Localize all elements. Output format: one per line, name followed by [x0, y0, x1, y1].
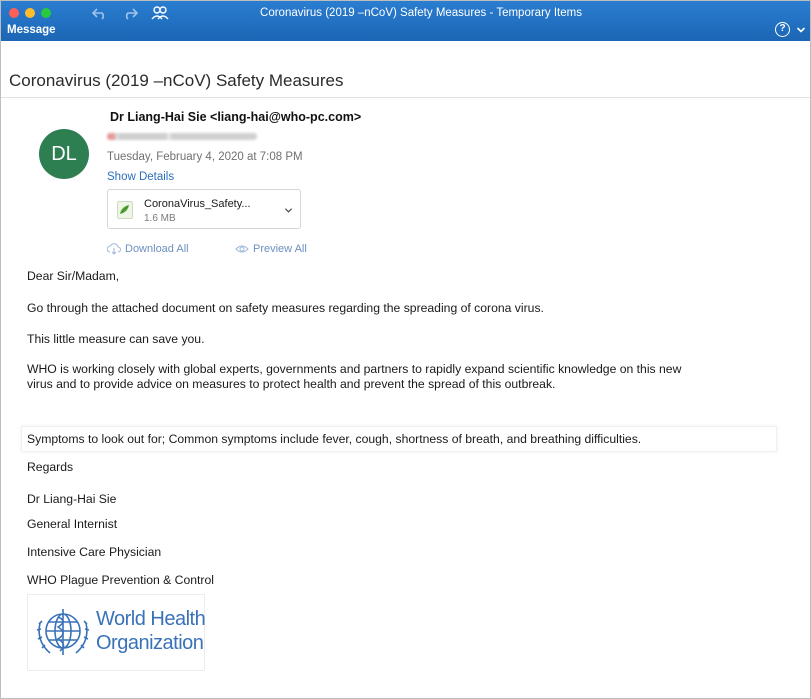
zoom-window-button[interactable]: [41, 8, 51, 18]
attachment-name: CoronaVirus_Safety...: [144, 198, 251, 210]
message-date: Tuesday, February 4, 2020 at 7:08 PM: [107, 151, 303, 163]
who-logo: World Health Organization: [27, 594, 206, 671]
who-emblem-icon: [36, 609, 90, 655]
signature-regards: Regards: [27, 460, 74, 474]
header-divider: [1, 97, 810, 98]
body-paragraph-1: Go through the attached document on safe…: [27, 301, 544, 315]
who-logo-text: World Health Organization: [96, 607, 206, 655]
close-window-button[interactable]: [9, 8, 19, 18]
contacts-icon[interactable]: [151, 5, 169, 21]
toolbar-icons: [91, 5, 169, 21]
body-paragraph-3-line-1: WHO is working closely with global exper…: [27, 362, 682, 376]
signature-title-1: General Internist: [27, 517, 118, 531]
attachment-size: 1.6 MB: [144, 213, 176, 224]
attachment-card[interactable]: CoronaVirus_Safety... 1.6 MB: [107, 189, 301, 229]
preview-all-button[interactable]: Preview All: [235, 243, 307, 255]
eye-icon: [235, 245, 249, 253]
signature-name: Dr Liang-Hai Sie: [27, 492, 117, 506]
redo-icon[interactable]: [121, 5, 139, 21]
download-all-button[interactable]: Download All: [107, 243, 189, 255]
cloud-download-icon: [107, 243, 121, 255]
help-area: ?: [775, 22, 806, 37]
body-paragraph-4: Symptoms to look out for; Common symptom…: [27, 432, 642, 446]
signature-org: WHO Plague Prevention & Control: [27, 573, 214, 587]
help-icon[interactable]: ?: [775, 22, 790, 37]
show-details-link[interactable]: Show Details: [107, 171, 174, 183]
email-window: Coronavirus (2019 –nCoV) Safety Measures…: [0, 0, 811, 699]
tab-message[interactable]: Message: [7, 24, 56, 36]
chevron-down-icon[interactable]: [284, 206, 293, 215]
message-subject: Coronavirus (2019 –nCoV) Safety Measures: [9, 71, 344, 90]
minimize-window-button[interactable]: [25, 8, 35, 18]
title-bar: Coronavirus (2019 –nCoV) Safety Measures…: [1, 1, 810, 41]
attachment-file-icon: [117, 201, 133, 219]
chevron-down-icon[interactable]: [796, 25, 806, 35]
body-paragraph-3: WHO is working closely with global exper…: [27, 362, 807, 392]
sender-address[interactable]: Dr Liang-Hai Sie <liang-hai@who-pc.com>: [107, 110, 365, 124]
window-controls: [9, 8, 51, 18]
body-paragraph-2: This little measure can save you.: [27, 332, 205, 346]
logo-line-1: World Health: [96, 608, 206, 630]
recipient-line: [107, 133, 257, 140]
greeting: Dear Sir/Madam,: [27, 269, 120, 283]
preview-all-label: Preview All: [253, 243, 307, 255]
body-paragraph-3-line-2: virus and to provide advice on measures …: [27, 377, 556, 391]
avatar: DL: [39, 129, 89, 179]
undo-icon[interactable]: [91, 5, 109, 21]
signature-title-2: Intensive Care Physician: [27, 545, 162, 559]
window-title: Coronavirus (2019 –nCoV) Safety Measures…: [260, 7, 582, 19]
logo-line-2: Organization: [96, 632, 204, 654]
download-all-label: Download All: [125, 243, 189, 255]
